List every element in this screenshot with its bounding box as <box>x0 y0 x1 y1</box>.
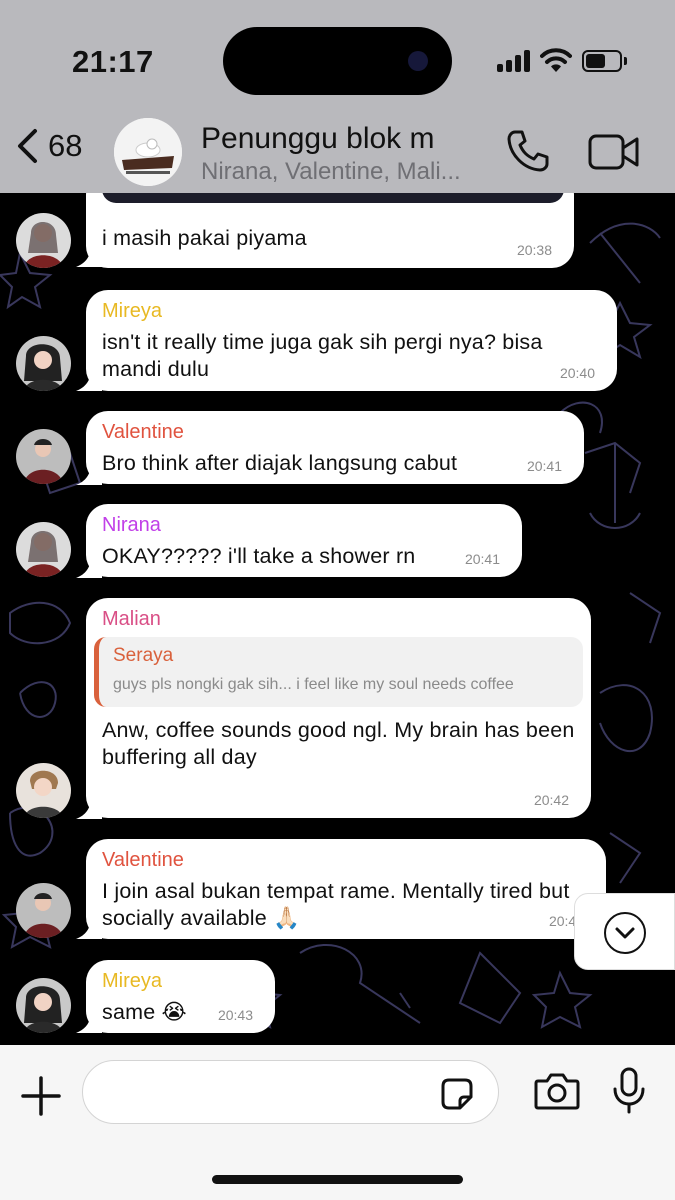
avatar-nirana[interactable] <box>16 522 71 577</box>
message-bubble[interactable]: Valentine Bro think after diajak langsun… <box>86 411 584 484</box>
message-time: 20:42 <box>533 792 569 808</box>
reply-quote[interactable]: Seraya guys pls nongki gak sih... i feel… <box>94 637 583 707</box>
message-bubble[interactable]: Mireya same 😭 20:43 <box>86 960 275 1033</box>
group-members[interactable]: Nirana, Valentine, Mali... <box>201 158 491 186</box>
message-text: i masih pakai piyama <box>102 226 307 250</box>
avatar-nirana[interactable] <box>16 213 71 268</box>
avatar-valentine[interactable] <box>16 429 71 484</box>
dynamic-island <box>223 27 452 95</box>
message-bubble[interactable]: Mireya isn't it really time juga gak sih… <box>86 290 617 391</box>
scroll-to-bottom-button[interactable] <box>574 893 675 970</box>
chevron-left-icon <box>18 129 37 163</box>
message-text: Anw, coffee sounds good ngl. My brain ha… <box>102 718 575 769</box>
sticker-icon[interactable] <box>440 1077 474 1111</box>
status-time: 21:17 <box>72 44 154 79</box>
message-bubble[interactable]: Nirana OKAY????? i'll take a shower rn 2… <box>86 504 522 577</box>
avatar-mireya[interactable] <box>16 978 71 1033</box>
message-text: I join asal bukan tempat rame. Mentally … <box>102 879 570 930</box>
message-bubble[interactable]: i masih pakai piyama 20:38 <box>86 193 574 268</box>
avatar-mireya[interactable] <box>16 336 71 391</box>
message-time: 20:40 <box>559 365 595 381</box>
avatar-valentine[interactable] <box>16 883 71 938</box>
message-text: OKAY????? i'll take a shower rn <box>102 544 416 568</box>
message-time: 20:41 <box>526 458 562 474</box>
microphone-icon[interactable] <box>612 1067 646 1115</box>
message-time: 20:38 <box>516 242 552 258</box>
composer-bar <box>0 1045 675 1200</box>
group-title[interactable]: Penunggu blok m <box>201 122 435 156</box>
cellular-signal-icon <box>497 50 531 72</box>
message-time: 20:41 <box>464 551 500 567</box>
camera-icon[interactable] <box>534 1071 580 1111</box>
sender-name: Mireya <box>102 970 163 992</box>
sender-name: Valentine <box>102 421 184 443</box>
sender-name: Malian <box>102 608 161 630</box>
back-button[interactable]: 68 <box>16 128 82 164</box>
reply-text: guys pls nongki gak sih... i feel like m… <box>113 676 514 693</box>
message-text: isn't it really time juga gak sih pergi … <box>102 330 543 381</box>
message-input[interactable] <box>82 1060 499 1124</box>
phone-icon[interactable] <box>505 128 551 174</box>
unread-count: 68 <box>48 128 83 163</box>
camera-dot <box>408 51 428 71</box>
chevron-down-circle-icon <box>604 912 646 954</box>
avatar-malian[interactable] <box>16 763 71 818</box>
group-avatar[interactable] <box>114 118 182 186</box>
top-bar: 21:17 68 Penunggu blok m Nirana, Valenti… <box>0 0 675 193</box>
battery-icon <box>582 50 628 72</box>
home-indicator[interactable] <box>212 1175 463 1184</box>
message-text: Bro think after diajak langsung cabut <box>102 451 458 475</box>
sender-name: Mireya <box>102 300 163 322</box>
sender-name: Nirana <box>102 514 161 536</box>
wifi-icon <box>540 48 572 72</box>
video-camera-icon[interactable] <box>588 132 640 172</box>
message-bubble[interactable]: Malian Seraya guys pls nongki gak sih...… <box>86 598 591 818</box>
message-time: 20:43 <box>217 1007 253 1023</box>
sender-name: Valentine <box>102 849 184 871</box>
image-preview[interactable] <box>102 193 564 203</box>
reply-sender: Seraya <box>113 645 174 666</box>
message-bubble[interactable]: Valentine I join asal bukan tempat rame.… <box>86 839 606 939</box>
plus-icon[interactable] <box>20 1075 62 1117</box>
